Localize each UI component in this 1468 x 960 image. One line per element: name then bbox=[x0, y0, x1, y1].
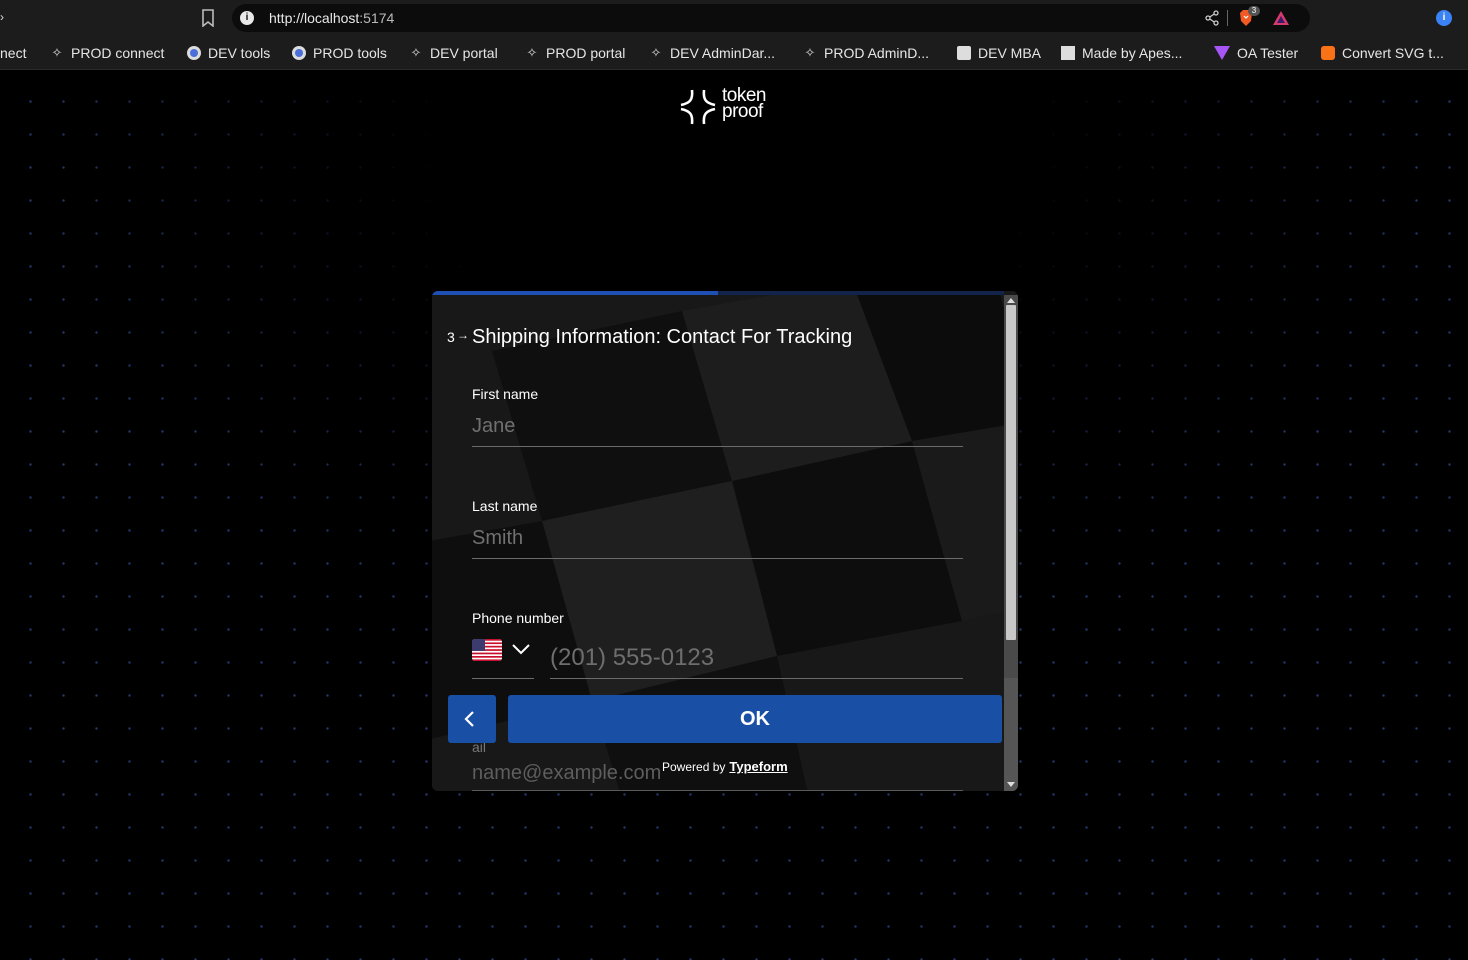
last-name-label: Last name bbox=[472, 498, 538, 514]
globe-icon bbox=[292, 46, 306, 60]
powered-by-text: Powered by bbox=[662, 760, 726, 774]
scrollbar-thumb[interactable] bbox=[1006, 305, 1016, 640]
globe-icon bbox=[187, 46, 201, 60]
form-scrollbar[interactable] bbox=[1004, 295, 1018, 791]
chevron-down-icon bbox=[512, 644, 530, 655]
ok-button[interactable]: OK bbox=[508, 695, 1002, 743]
url-host: http://localhost bbox=[269, 10, 360, 26]
back-button[interactable] bbox=[448, 695, 496, 743]
chevron-left-icon bbox=[464, 711, 474, 727]
share-icon[interactable] bbox=[1204, 10, 1220, 26]
bookmark-item[interactable]: DEV tools bbox=[187, 44, 270, 62]
phone-number-label: Phone number bbox=[472, 610, 564, 626]
page-content: token proof 3 → Shipping Information: Co… bbox=[0, 71, 1468, 960]
question-arrow-icon: → bbox=[457, 328, 469, 342]
progress-bar bbox=[432, 291, 1004, 295]
question-number: 3 bbox=[447, 329, 455, 345]
bookmark-item[interactable]: OA Tester bbox=[1214, 44, 1298, 62]
logo-word-proof: proof bbox=[722, 101, 763, 122]
svg-convert-icon bbox=[1321, 46, 1335, 60]
bookmark-item[interactable]: Convert SVG t... bbox=[1321, 44, 1444, 62]
password-manager-icon[interactable]: i bbox=[1436, 10, 1452, 26]
bookmark-icon[interactable] bbox=[200, 9, 216, 27]
bookmark-label: DEV MBA bbox=[978, 45, 1042, 61]
url-divider bbox=[1227, 10, 1228, 26]
first-name-label: First name bbox=[472, 386, 539, 402]
last-name-input[interactable] bbox=[472, 519, 963, 559]
bookmark-item[interactable]: PROD tools bbox=[292, 44, 387, 62]
scrollbar-track-lower bbox=[1004, 678, 1018, 791]
bookmark-item[interactable]: ✧ DEV AdminDar... bbox=[649, 44, 776, 62]
bookmark-label: DEV tools bbox=[208, 45, 271, 61]
mba-icon bbox=[957, 46, 971, 60]
typeform-brand-link[interactable]: Typeform bbox=[729, 759, 787, 774]
bookmarks-bar: nect ✧ PROD connect DEV tools PROD tools … bbox=[0, 36, 1468, 70]
spark-icon: ✧ bbox=[804, 45, 816, 60]
tokenproof-mark-icon bbox=[680, 89, 716, 125]
bookmark-label: Convert SVG t... bbox=[1342, 45, 1444, 61]
oa-icon bbox=[1214, 46, 1230, 60]
country-code-select[interactable] bbox=[472, 638, 534, 679]
bookmark-item[interactable]: ✧ PROD portal bbox=[525, 44, 626, 62]
bookmark-label: PROD AdminD... bbox=[824, 45, 930, 61]
us-flag-icon bbox=[472, 639, 502, 661]
powered-by-typeform[interactable]: Powered by Typeform bbox=[662, 759, 788, 774]
bookmark-label: PROD tools bbox=[313, 45, 387, 61]
tokenproof-logo[interactable]: token proof bbox=[680, 86, 780, 128]
url-port: :5174 bbox=[359, 10, 395, 26]
logo-wordmark: token proof bbox=[722, 86, 766, 122]
bookmark-item[interactable]: Made by Apes... bbox=[1061, 44, 1182, 62]
bookmark-label: DEV AdminDar... bbox=[670, 45, 776, 61]
bookmark-item[interactable]: ✧ PROD AdminD... bbox=[803, 44, 929, 62]
question-title: Shipping Information: Contact For Tracki… bbox=[472, 326, 853, 348]
browser-toolbar: › i http://localhost:5174 3 i bbox=[0, 0, 1468, 36]
bookmark-label: PROD portal bbox=[546, 45, 626, 61]
site-info-icon[interactable]: i bbox=[240, 11, 254, 25]
bookmark-label: Made by Apes... bbox=[1082, 45, 1183, 61]
bookmark-label: DEV portal bbox=[430, 45, 498, 61]
phone-number-input[interactable] bbox=[550, 637, 963, 679]
typeform-embed: 3 → Shipping Information: Contact For Tr… bbox=[432, 291, 1018, 791]
bookmark-item[interactable]: ✧ DEV portal bbox=[409, 44, 498, 62]
bookmark-item[interactable]: ✧ PROD connect bbox=[50, 44, 165, 62]
brave-rewards-icon[interactable] bbox=[1272, 10, 1290, 26]
spark-icon: ✧ bbox=[650, 45, 662, 60]
first-name-input[interactable] bbox=[472, 407, 963, 447]
address-bar[interactable]: i http://localhost:5174 3 bbox=[232, 4, 1310, 32]
scroll-down-arrow-icon[interactable] bbox=[1007, 782, 1015, 787]
shields-count-badge: 3 bbox=[1248, 6, 1260, 16]
bookmark-label: PROD connect bbox=[71, 45, 165, 61]
spark-icon: ✧ bbox=[51, 45, 63, 60]
bookmark-item[interactable]: DEV MBA bbox=[957, 44, 1041, 62]
spark-icon: ✧ bbox=[526, 45, 538, 60]
spark-icon: ✧ bbox=[410, 45, 422, 60]
scroll-up-arrow-icon[interactable] bbox=[1007, 298, 1015, 303]
bookmark-item[interactable]: nect bbox=[0, 44, 26, 62]
bookmark-label: OA Tester bbox=[1237, 45, 1299, 61]
bookmark-label: nect bbox=[0, 45, 27, 61]
back-arrow-icon[interactable]: › bbox=[0, 10, 4, 24]
url-text[interactable]: http://localhost:5174 bbox=[269, 10, 394, 26]
made-icon bbox=[1061, 46, 1075, 60]
progress-fill bbox=[432, 291, 718, 295]
